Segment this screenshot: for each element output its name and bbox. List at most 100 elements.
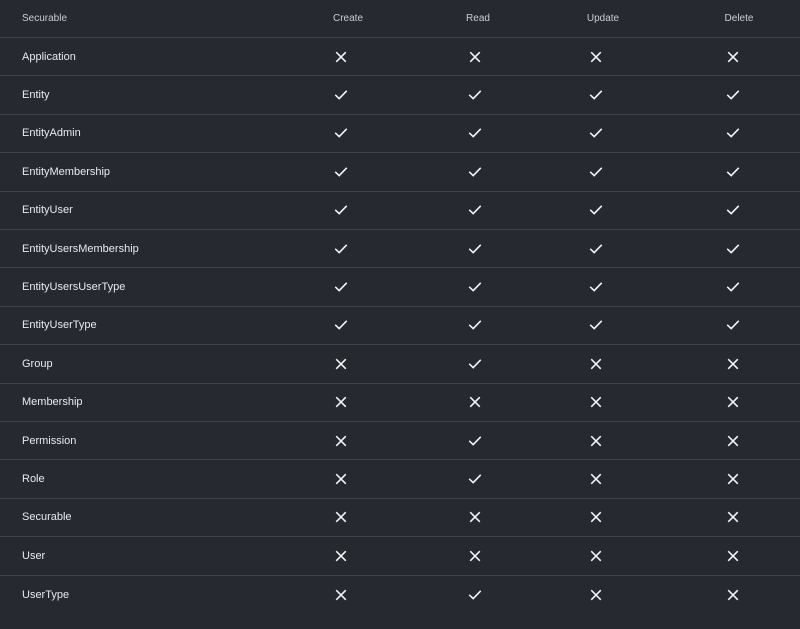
read-permission-cell <box>468 384 482 421</box>
update-permission-cell <box>589 153 603 190</box>
read-permission-cell <box>468 422 482 459</box>
cross-icon <box>468 549 482 563</box>
check-icon <box>334 242 348 256</box>
securable-name: Securable <box>22 511 72 524</box>
column-header-update[interactable]: Update <box>587 0 619 37</box>
table-row: User <box>0 537 800 576</box>
check-icon <box>334 203 348 217</box>
create-permission-cell <box>334 576 348 614</box>
table-row: Membership <box>0 384 800 422</box>
delete-permission-cell <box>726 38 740 75</box>
securable-name: EntityUser <box>22 204 73 217</box>
update-permission-cell <box>589 38 603 75</box>
column-header-read[interactable]: Read <box>466 0 490 37</box>
delete-permission-cell <box>726 384 740 421</box>
update-permission-cell <box>589 537 603 574</box>
update-permission-cell <box>589 576 603 614</box>
delete-permission-cell <box>726 460 740 497</box>
check-icon <box>468 88 482 102</box>
check-icon <box>468 434 482 448</box>
table-row: EntityUserType <box>0 307 800 346</box>
securable-name: Group <box>22 357 53 370</box>
cross-icon <box>589 549 603 563</box>
read-permission-cell <box>468 576 482 614</box>
create-permission-cell <box>334 115 348 152</box>
cross-icon <box>468 510 482 524</box>
update-permission-cell <box>589 268 603 305</box>
delete-permission-cell <box>726 230 740 267</box>
column-header-create[interactable]: Create <box>333 0 363 37</box>
check-icon <box>726 203 740 217</box>
create-permission-cell <box>334 153 348 190</box>
create-permission-cell <box>334 192 348 229</box>
read-permission-cell <box>468 499 482 536</box>
cross-icon <box>589 395 603 409</box>
column-header-securable[interactable]: Securable <box>22 0 67 37</box>
check-icon <box>334 280 348 294</box>
read-permission-cell <box>468 230 482 267</box>
check-icon <box>468 203 482 217</box>
update-permission-cell <box>589 307 603 344</box>
cross-icon <box>589 357 603 371</box>
cross-icon <box>334 434 348 448</box>
securable-name: EntityUsersMembership <box>22 242 139 255</box>
read-permission-cell <box>468 345 482 382</box>
cross-icon <box>334 510 348 524</box>
column-header-delete[interactable]: Delete <box>725 0 754 37</box>
check-icon <box>726 165 740 179</box>
check-icon <box>726 280 740 294</box>
check-icon <box>589 280 603 294</box>
create-permission-cell <box>334 307 348 344</box>
update-permission-cell <box>589 384 603 421</box>
cross-icon <box>726 472 740 486</box>
read-permission-cell <box>468 460 482 497</box>
securable-name: EntityUsersUserType <box>22 281 126 294</box>
securable-name: User <box>22 549 46 562</box>
cross-icon <box>726 50 740 64</box>
read-permission-cell <box>468 38 482 75</box>
cross-icon <box>589 510 603 524</box>
cross-icon <box>589 434 603 448</box>
check-icon <box>589 203 603 217</box>
cross-icon <box>726 434 740 448</box>
create-permission-cell <box>334 230 348 267</box>
delete-permission-cell <box>726 307 740 344</box>
check-icon <box>468 280 482 294</box>
delete-permission-cell <box>726 115 740 152</box>
delete-permission-cell <box>726 422 740 459</box>
update-permission-cell <box>589 230 603 267</box>
securable-name: EntityMembership <box>22 165 111 178</box>
cross-icon <box>468 50 482 64</box>
check-icon <box>468 126 482 140</box>
securable-name: EntityAdmin <box>22 127 81 140</box>
cross-icon <box>589 588 603 602</box>
cross-icon <box>334 50 348 64</box>
read-permission-cell <box>468 537 482 574</box>
cross-icon <box>726 395 740 409</box>
update-permission-cell <box>589 192 603 229</box>
cross-icon <box>334 472 348 486</box>
check-icon <box>468 318 482 332</box>
table-row: UserType <box>0 576 800 614</box>
create-permission-cell <box>334 76 348 113</box>
cross-icon <box>334 395 348 409</box>
cross-icon <box>726 549 740 563</box>
table-row: Permission <box>0 422 800 461</box>
delete-permission-cell <box>726 153 740 190</box>
update-permission-cell <box>589 422 603 459</box>
table-row: Role <box>0 460 800 499</box>
check-icon <box>726 318 740 332</box>
check-icon <box>726 242 740 256</box>
securable-name: Role <box>22 473 45 486</box>
table-row: EntityUsersUserType <box>0 268 800 307</box>
update-permission-cell <box>589 460 603 497</box>
delete-permission-cell <box>726 576 740 614</box>
check-icon <box>589 242 603 256</box>
check-icon <box>589 88 603 102</box>
create-permission-cell <box>334 537 348 574</box>
create-permission-cell <box>334 268 348 305</box>
update-permission-cell <box>589 115 603 152</box>
cross-icon <box>589 472 603 486</box>
check-icon <box>726 126 740 140</box>
delete-permission-cell <box>726 345 740 382</box>
